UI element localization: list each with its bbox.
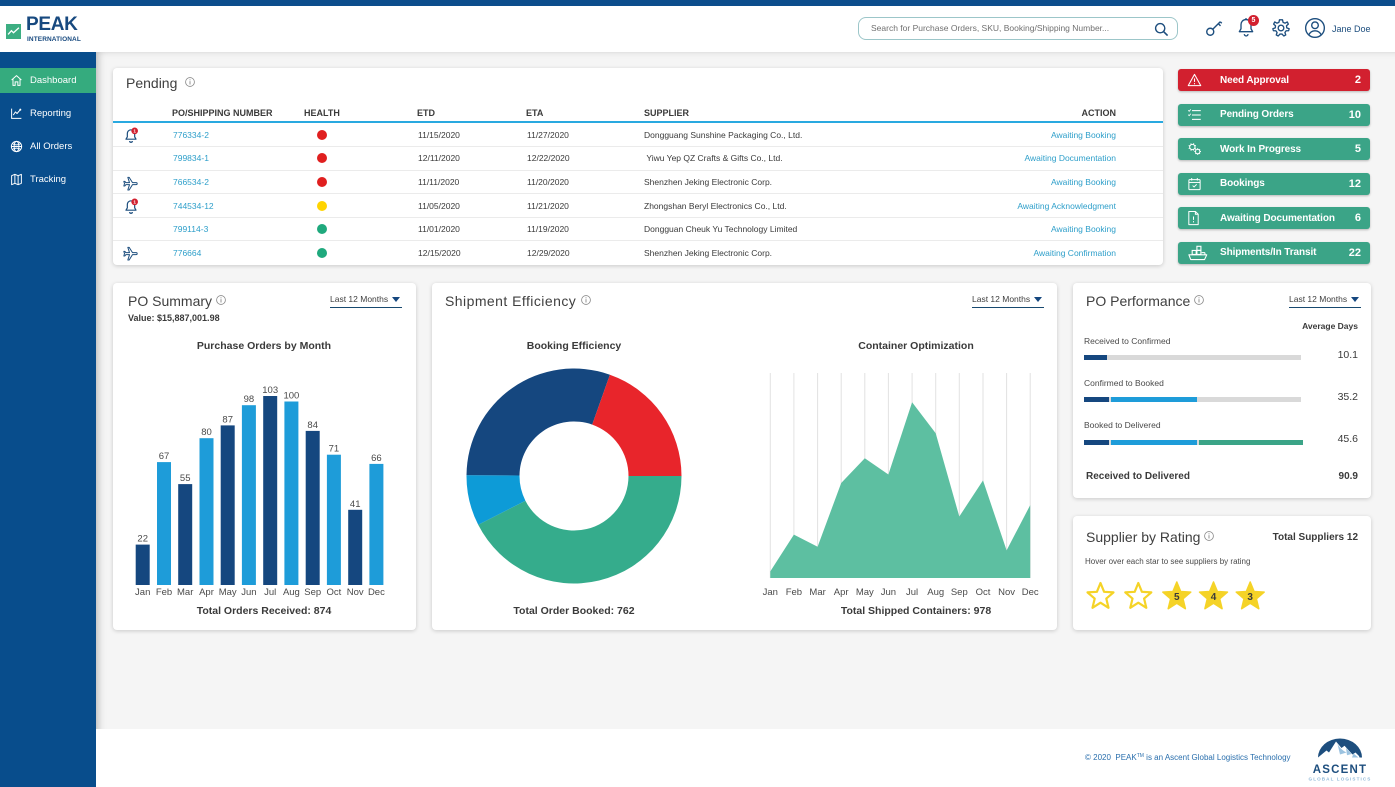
svg-text:87: 87: [222, 414, 233, 425]
svg-text:Aug: Aug: [927, 587, 944, 598]
svg-text:Total Shipped Containers: 978: Total Shipped Containers: 978: [841, 605, 991, 617]
svg-text:Total Order Booked: 762: Total Order Booked: 762: [513, 605, 634, 617]
svg-text:41: 41: [350, 499, 361, 510]
svg-text:Container Optimization: Container Optimization: [858, 340, 974, 352]
svg-text:1: 1: [133, 200, 136, 205]
svg-text:ASCENT: ASCENT: [1313, 764, 1367, 776]
svg-text:3: 3: [1247, 592, 1253, 603]
svg-text:71: 71: [329, 444, 340, 455]
svg-text:Oct: Oct: [976, 587, 991, 598]
svg-text:100: 100: [283, 391, 299, 402]
svg-text:Sep: Sep: [951, 587, 968, 598]
svg-text:Jan: Jan: [763, 587, 778, 598]
svg-text:Booking Efficiency: Booking Efficiency: [527, 340, 622, 352]
svg-text:Jul: Jul: [264, 587, 276, 598]
svg-text:Total Orders Received: 874: Total Orders Received: 874: [197, 605, 332, 617]
svg-text:80: 80: [201, 427, 212, 438]
svg-text:Nov: Nov: [998, 587, 1015, 598]
svg-text:55: 55: [180, 473, 191, 484]
svg-text:May: May: [856, 587, 874, 598]
svg-text:66: 66: [371, 453, 382, 464]
svg-text:Jun: Jun: [881, 587, 896, 598]
svg-text:Nov: Nov: [347, 587, 364, 598]
svg-text:Apr: Apr: [199, 587, 214, 598]
svg-text:Mar: Mar: [809, 587, 825, 598]
svg-text:Apr: Apr: [834, 587, 849, 598]
svg-text:Feb: Feb: [786, 587, 802, 598]
svg-text:22: 22: [137, 534, 148, 545]
svg-text:84: 84: [307, 420, 318, 431]
svg-text:98: 98: [244, 394, 255, 405]
svg-text:Oct: Oct: [327, 587, 342, 598]
svg-text:Dec: Dec: [368, 587, 385, 598]
svg-text:Dec: Dec: [1022, 587, 1039, 598]
svg-text:67: 67: [159, 451, 170, 462]
svg-text:May: May: [219, 587, 237, 598]
svg-text:Jul: Jul: [906, 587, 918, 598]
svg-text:GLOBAL LOGISTICS: GLOBAL LOGISTICS: [1309, 777, 1372, 782]
svg-text:Mar: Mar: [177, 587, 193, 598]
svg-text:Jun: Jun: [241, 587, 256, 598]
svg-text:5: 5: [1174, 592, 1180, 603]
svg-text:Aug: Aug: [283, 587, 300, 598]
svg-text:Purchase Orders by Month: Purchase Orders by Month: [197, 340, 331, 352]
svg-text:Feb: Feb: [156, 587, 172, 598]
svg-text:Jan: Jan: [135, 587, 150, 598]
svg-text:103: 103: [262, 385, 278, 396]
svg-text:4: 4: [1211, 592, 1217, 603]
svg-text:1: 1: [133, 129, 136, 134]
svg-text:Sep: Sep: [304, 587, 321, 598]
